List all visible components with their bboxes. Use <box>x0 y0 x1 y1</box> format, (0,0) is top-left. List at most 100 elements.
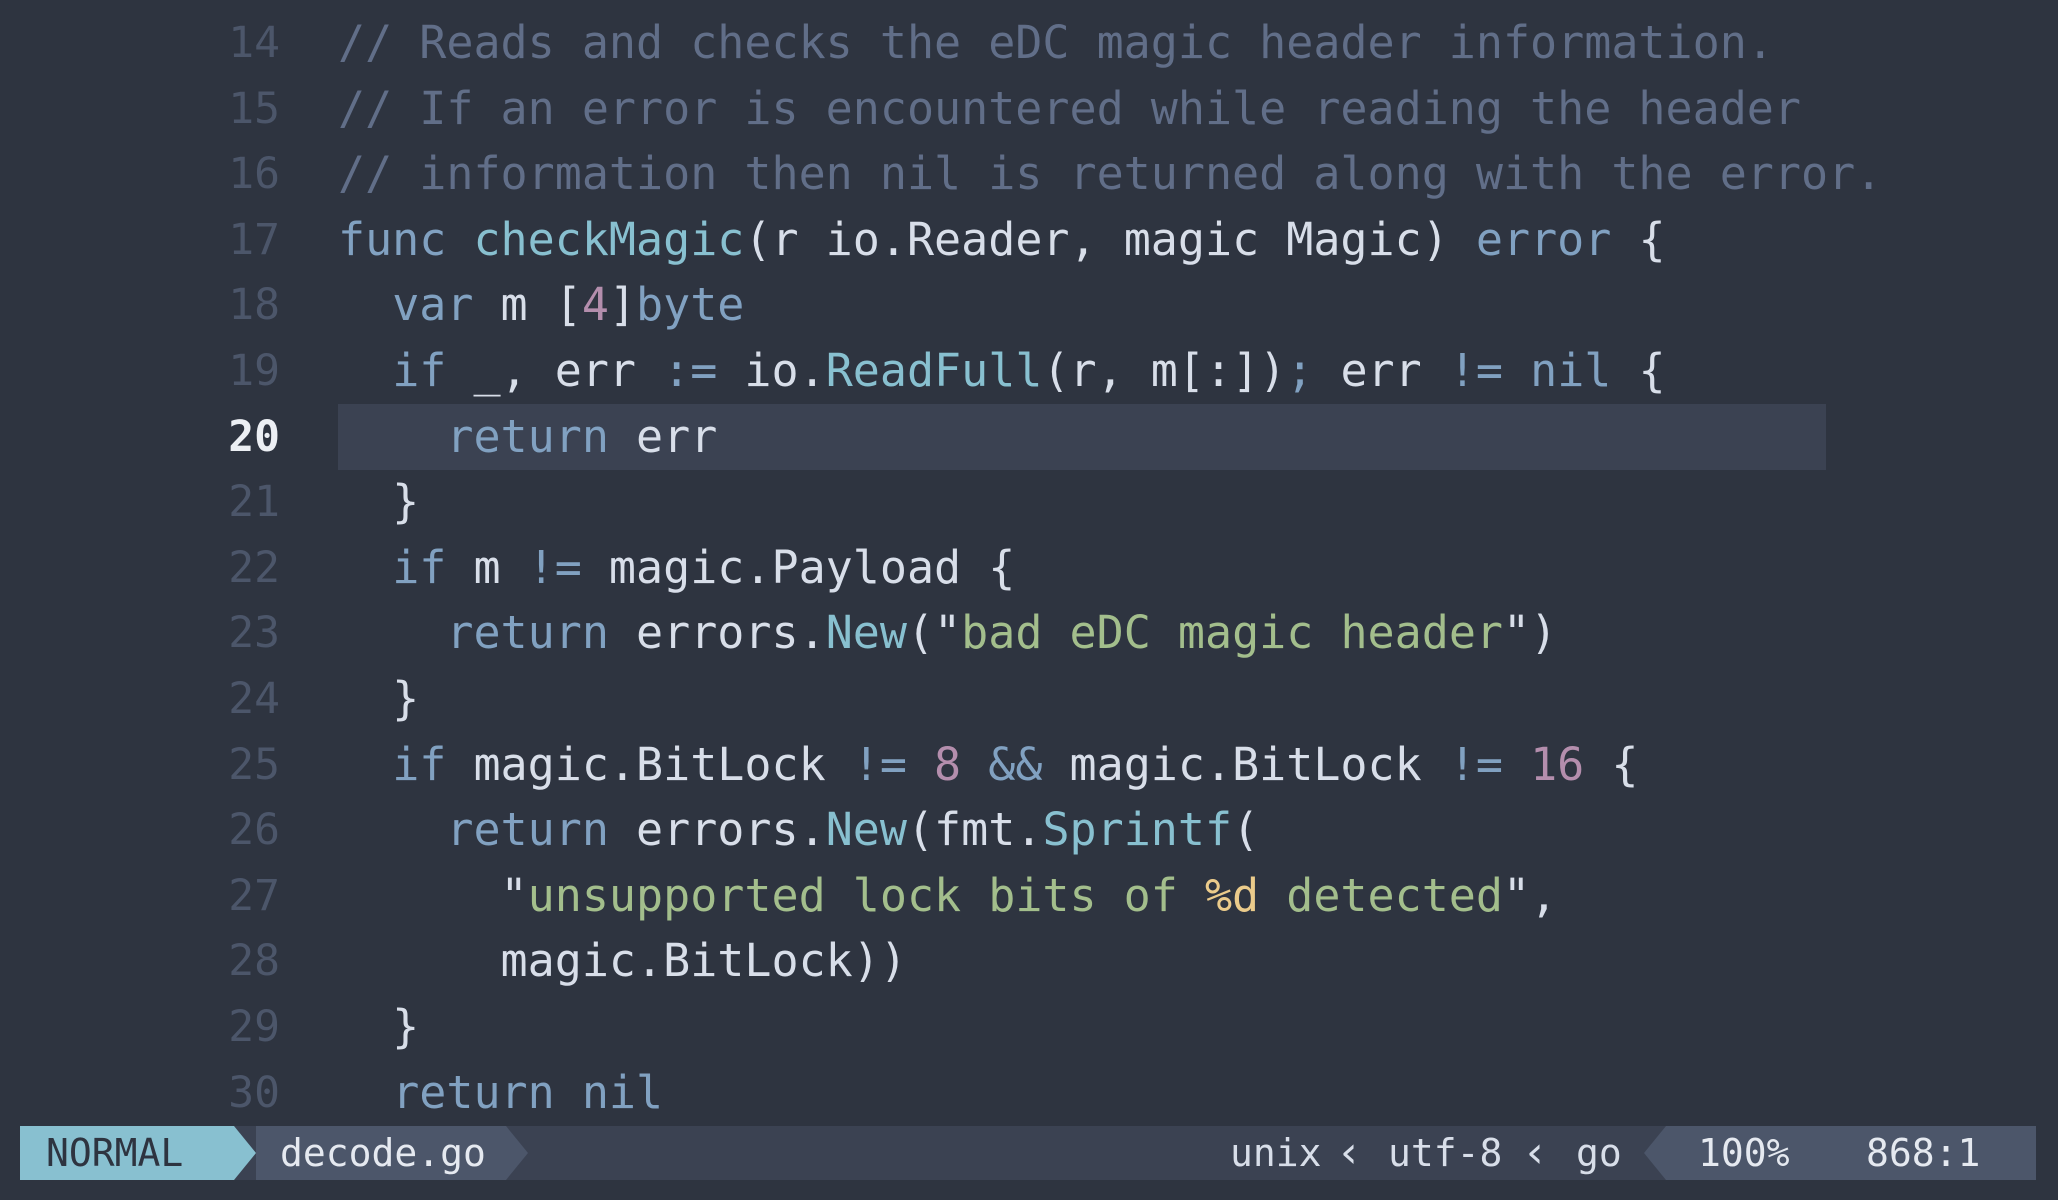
token-func: checkMagic <box>473 212 745 266</box>
token-format: %d <box>1204 868 1260 922</box>
statusline: NORMAL decode.go unix ‹ utf-8 ‹ go 100% … <box>20 1126 2036 1180</box>
line-number: 19 <box>228 346 280 396</box>
line-number: 25 <box>228 739 280 790</box>
code-line[interactable]: 15 // If an error is encountered while re… <box>0 76 2058 142</box>
token-operator: := <box>663 344 718 397</box>
token-func: New <box>825 606 907 660</box>
token-plain: } <box>338 475 420 529</box>
code-line[interactable]: 19 if _, err := io.ReadFull(r, m[:]); er… <box>0 338 2058 404</box>
code-text: return errors.New(fmt.Sprintf( <box>338 797 1259 863</box>
token-operator: != <box>1448 344 1504 397</box>
position-segment: 100% 868:1 <box>1666 1126 2036 1180</box>
token-comment: // Reads and checks the eDC magic header… <box>338 16 1774 69</box>
mode-separator <box>234 1126 256 1180</box>
code-line[interactable]: 26 return errors.New(fmt.Sprintf( <box>0 797 2058 863</box>
token-keyword: return <box>446 803 609 857</box>
code-line[interactable]: 14 // Reads and checks the eDC magic head… <box>0 10 2058 76</box>
code-text: } <box>338 994 419 1060</box>
code-text: // information then nil is returned alon… <box>338 141 1882 207</box>
code-line[interactable]: 29 } <box>0 994 2058 1060</box>
token-plain: ") <box>1503 606 1558 660</box>
code-line[interactable]: 23 return errors.New("bad eDC magic head… <box>0 600 2058 666</box>
cursor-position: 868:1 <box>1866 1131 1981 1175</box>
line-number: 15 <box>228 83 280 134</box>
code-line[interactable]: 17 func checkMagic(r io.Reader, magic Mag… <box>0 207 2058 273</box>
token-plain: (" <box>906 606 962 660</box>
code-text: return errors.New("bad eDC magic header"… <box>338 600 1557 666</box>
code-line[interactable]: 22 if m != magic.Payload { <box>0 535 2058 601</box>
line-number: 16 <box>228 149 280 200</box>
code-line[interactable]: 18 var m [4]byte <box>0 272 2058 338</box>
token-keyword: if <box>392 540 447 594</box>
code-text: // If an error is encountered while read… <box>338 76 1801 142</box>
token-number: 16 <box>1530 737 1585 791</box>
token-func: New <box>825 803 907 857</box>
line-number: 20 <box>228 411 280 462</box>
token-keyword: if <box>392 737 447 791</box>
code-line[interactable]: 16 // information then nil is returned al… <box>0 141 2058 207</box>
token-plain: m [ <box>473 278 582 332</box>
token-keyword: return <box>446 606 609 660</box>
chevron-left-icon: ‹ <box>1522 1127 1549 1178</box>
token-comment: // If an error is encountered while read… <box>338 81 1801 135</box>
code-text: if m != magic.Payload { <box>338 535 1015 601</box>
token-operator: != <box>852 737 907 791</box>
line-number: 22 <box>228 542 280 593</box>
code-text: func checkMagic(r io.Reader, magic Magic… <box>338 207 1666 273</box>
line-number: 29 <box>228 1002 280 1052</box>
token-keyword: func <box>338 212 447 266</box>
code-text: var m [4]byte <box>338 272 744 338</box>
token-plain: io. <box>717 344 826 397</box>
token-plain: m <box>446 540 528 594</box>
token-string: bad eDC magic header <box>961 606 1504 660</box>
code-line[interactable]: 30 return nil <box>0 1060 2058 1126</box>
fileformat: unix <box>1230 1131 1322 1175</box>
token-keyword: nil <box>581 1065 664 1119</box>
token-string: unsupported lock bits of <box>527 868 1205 922</box>
token-plain: { <box>1611 212 1666 266</box>
token-keyword: return <box>446 409 609 463</box>
code-text: if _, err := io.ReadFull(r, m[:]); err !… <box>338 338 1665 404</box>
code-text: return err <box>338 404 717 470</box>
token-operator: && <box>988 737 1043 791</box>
token-plain: ", <box>1503 868 1558 922</box>
code-line[interactable]: 21 } <box>0 469 2058 535</box>
token-plain: errors. <box>608 606 826 660</box>
token-keyword: return <box>392 1065 555 1119</box>
token-operator: != <box>527 540 582 594</box>
code-line[interactable]: 28 magic.BitLock)) <box>0 928 2058 994</box>
token-plain: ( <box>1232 803 1260 857</box>
code-text: } <box>338 666 419 732</box>
line-number: 14 <box>228 18 280 68</box>
token-plain: (r io.Reader, magic Magic) <box>744 212 1476 266</box>
token-plain: { <box>1584 737 1639 791</box>
token-plain: (fmt. <box>906 803 1043 857</box>
line-number: 18 <box>228 280 280 331</box>
current-code-line[interactable]: 20 return err <box>0 403 2058 470</box>
code-line[interactable]: 25 if magic.BitLock != 8 && magic.BitLoc… <box>0 732 2058 798</box>
token-number: 8 <box>934 737 962 791</box>
token-keyword: nil <box>1530 344 1612 397</box>
token-number: 4 <box>581 278 609 332</box>
token-operator: ; <box>1286 344 1314 397</box>
scroll-percent: 100% <box>1698 1131 1790 1175</box>
code-line[interactable]: 27 "unsupported lock bits of %d detected… <box>0 863 2058 929</box>
token-plain: err <box>1313 344 1449 397</box>
token-type: error <box>1475 212 1612 266</box>
chevron-left-icon: ‹ <box>1336 1127 1363 1178</box>
code-line[interactable]: 24 } <box>0 666 2058 732</box>
code-text: } <box>338 469 419 535</box>
code-editor[interactable]: 14 // Reads and checks the eDC magic head… <box>0 0 2058 1200</box>
token-plain: _, err <box>446 344 664 397</box>
code-text: return nil <box>338 1060 663 1126</box>
token-plain: } <box>338 1000 420 1053</box>
